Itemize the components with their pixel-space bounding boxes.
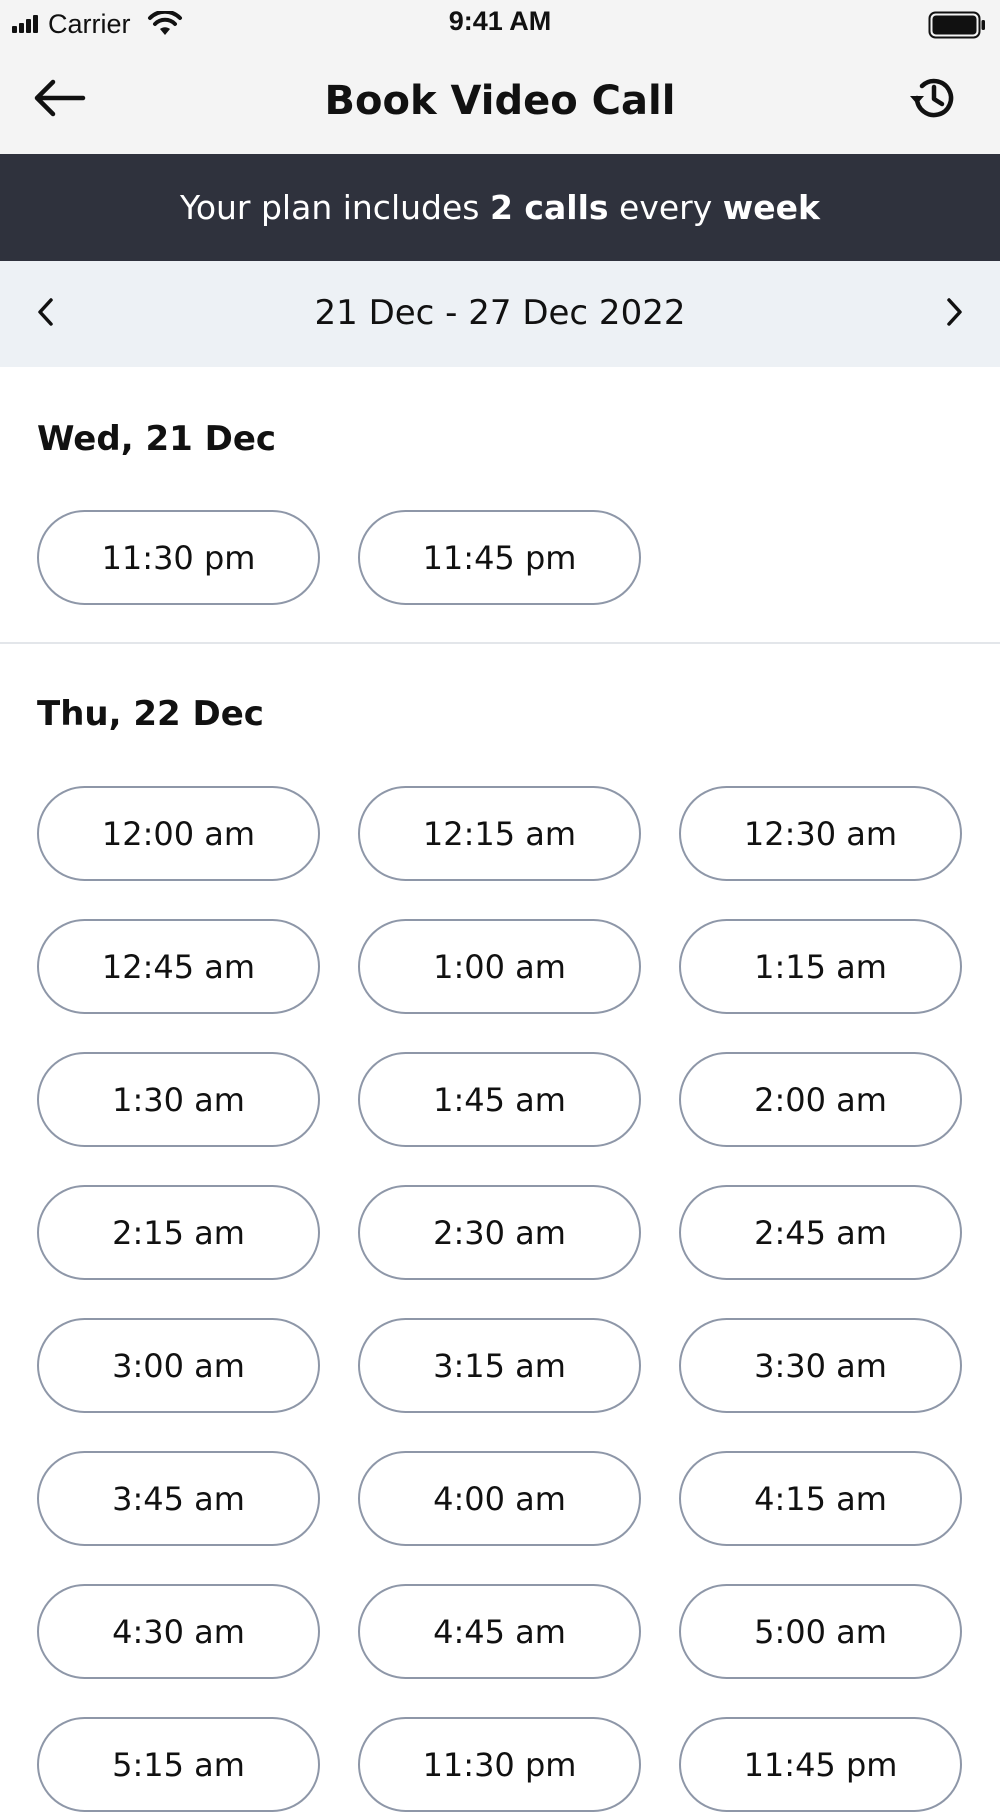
time-slot[interactable]: 5:00 am [679,1584,962,1679]
time-slot[interactable]: 12:45 am [37,919,320,1014]
plan-banner: Your plan includes 2 calls every week [0,154,1000,261]
time-slot[interactable]: 2:00 am [679,1052,962,1147]
time-slot[interactable]: 4:15 am [679,1451,962,1546]
day-section-thu-22-dec: Thu, 22 Dec 12:00 am 12:15 am 12:30 am 1… [0,644,1000,1812]
plan-text-prefix: Your plan includes [180,188,490,227]
time-slot[interactable]: 12:00 am [37,786,320,881]
status-time: 9:41 AM [448,6,552,36]
plan-period: week [722,188,820,227]
chevron-right-icon [943,295,965,333]
time-slot[interactable]: 2:30 am [358,1185,641,1280]
next-week-button[interactable] [924,284,984,344]
time-slot[interactable]: 11:45 pm [358,510,641,605]
time-slot[interactable]: 1:15 am [679,919,962,1014]
plan-text-middle: every [608,188,723,227]
time-slot[interactable]: 2:15 am [37,1185,320,1280]
plan-calls-count: 2 calls [489,188,609,227]
time-slot-grid: 11:30 pm 11:45 pm [37,510,963,605]
time-slot[interactable]: 1:30 am [37,1052,320,1147]
day-heading: Thu, 22 Dec [37,694,264,734]
history-icon [907,74,957,126]
nav-bar: Book Video Call [0,48,1000,154]
time-slot[interactable]: 1:45 am [358,1052,641,1147]
time-slot[interactable]: 4:45 am [358,1584,641,1679]
time-slot[interactable]: 12:15 am [358,786,641,881]
page-title: Book Video Call [324,78,676,124]
week-range-label: 21 Dec - 27 Dec 2022 [314,293,686,333]
day-heading: Wed, 21 Dec [37,419,277,459]
time-slot[interactable]: 3:45 am [37,1451,320,1546]
time-slot[interactable]: 5:15 am [37,1717,320,1812]
time-slot[interactable]: 3:15 am [358,1318,641,1413]
time-slot[interactable]: 4:00 am [358,1451,641,1546]
week-selector: 21 Dec - 27 Dec 2022 [0,261,1000,367]
time-slot[interactable]: 4:30 am [37,1584,320,1679]
status-bar: Carrier 9:41 AM [0,0,1000,48]
day-section-wed-21-dec: Wed, 21 Dec 11:30 pm 11:45 pm [0,367,1000,642]
time-slot[interactable]: 2:45 am [679,1185,962,1280]
time-slot[interactable]: 3:00 am [37,1318,320,1413]
time-slot[interactable]: 11:30 pm [358,1717,641,1812]
time-slot[interactable]: 11:45 pm [679,1717,962,1812]
history-button[interactable] [904,74,960,126]
battery-icon [928,11,986,43]
time-slot[interactable]: 3:30 am [679,1318,962,1413]
time-slot[interactable]: 11:30 pm [37,510,320,605]
time-slot[interactable]: 1:00 am [358,919,641,1014]
time-slot-grid: 12:00 am 12:15 am 12:30 am 12:45 am 1:00… [37,786,963,1812]
time-slot[interactable]: 12:30 am [679,786,962,881]
